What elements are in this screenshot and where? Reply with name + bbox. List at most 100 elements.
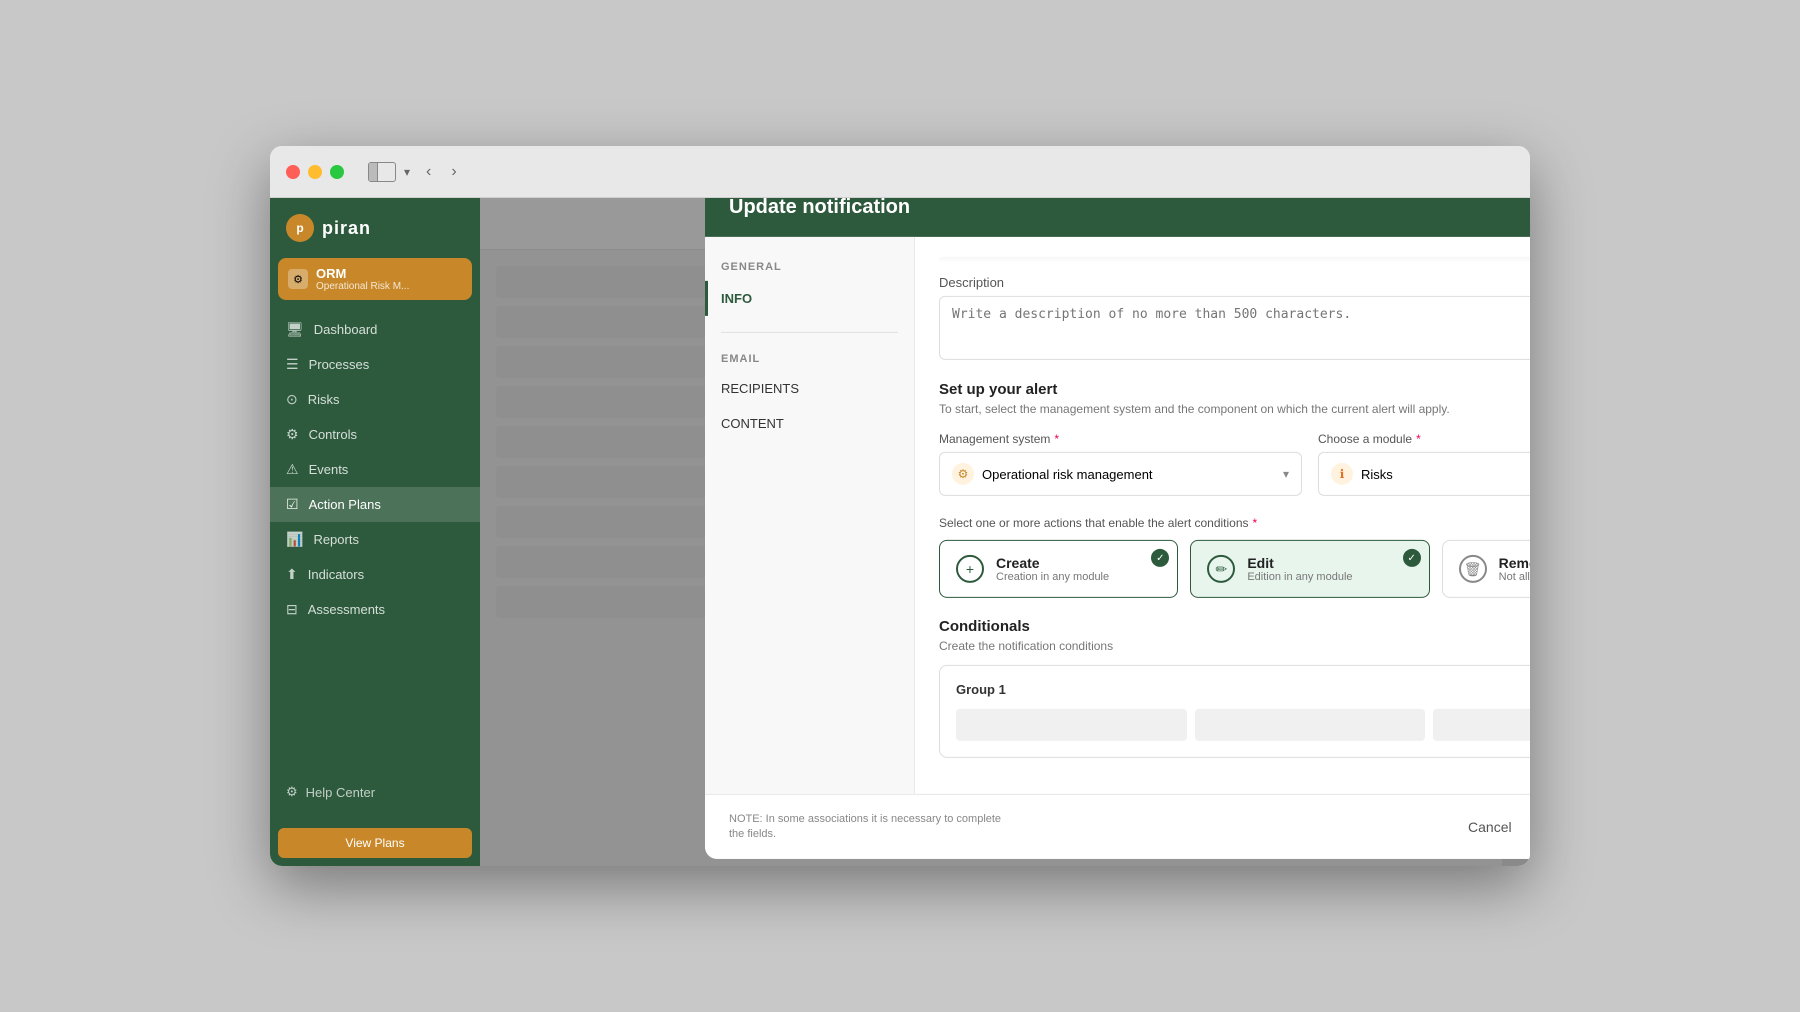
sidebar-logo: p piran [270,198,480,254]
logo-icon: p [286,214,314,242]
conditionals-section: Conditionals Create the notification con… [939,618,1530,758]
module-name: ORM [316,266,409,281]
help-center-item[interactable]: ⚙ Help Center [286,778,464,806]
alert-section-subtitle: To start, select the management system a… [939,402,1530,416]
module-icon: ⚙ [288,269,308,289]
sidebar-item-reports[interactable]: 📊 Reports [270,522,480,557]
sidebar-item-assessments[interactable]: ⊟ Assessments [270,592,480,627]
alert-setup-group: Set up your alert To start, select the m… [939,381,1530,598]
modal-footer: NOTE: In some associations it is necessa… [705,794,1530,859]
actions-required: * [1253,516,1258,530]
sidebar-toggle-icon[interactable] [368,162,396,182]
mgmt-system-chevron-icon: ▾ [1283,467,1289,481]
controls-icon: ⚙ [286,426,299,443]
modal-title: Update notification [729,198,910,218]
sidebar-item-dashboard[interactable]: 🖥 Dashboard [270,312,480,347]
action-card-edit[interactable]: ✏ Edit Edition in any module ✓ [1190,540,1429,598]
sidebar-item-processes[interactable]: ☰ Processes [270,347,480,382]
sidebar-item-label: Events [309,462,349,477]
modal-sidebar-email-section: EMAIL RECIPIENTS CONTENT [705,341,914,449]
alert-section-title: Set up your alert [939,381,1530,398]
mgmt-system-group: Management system * ⚙ Operational risk m… [939,432,1302,496]
module-value: Risks [1361,466,1393,481]
sidebar-item-label: Assessments [308,602,385,617]
group-title: Group 1 [956,682,1530,697]
risks-icon: ⊙ [286,391,298,408]
app-content: p piran ⚙ ORM Operational Risk M... 🖥 Da… [270,198,1530,866]
modal-sidebar-info-item[interactable]: INFO [705,281,914,316]
description-input[interactable] [939,296,1530,360]
module-subtitle: Operational Risk M... [316,281,409,292]
scroll-hint [939,257,1530,263]
chevron-down-icon[interactable]: ▾ [404,165,410,179]
sidebar-item-label: Dashboard [314,322,378,337]
close-button[interactable] [286,165,300,179]
create-check-icon: ✓ [1151,549,1169,567]
action-card-create[interactable]: + Create Creation in any module ✓ [939,540,1178,598]
group-field-1[interactable] [956,709,1187,741]
module-select[interactable]: ℹ Risks ▾ [1318,452,1530,496]
module-label: Choose a module * [1318,432,1530,446]
edit-icon: ✏ [1207,555,1235,583]
sidebar-item-risks[interactable]: ⊙ Risks [270,382,480,417]
conditionals-subtitle: Create the notification conditions [939,639,1530,653]
create-icon: + [956,555,984,583]
modal-body: GENERAL INFO EMAIL RECIPIENTS CONTENT [705,237,1530,794]
modal-sidebar-general-section: GENERAL INFO [705,253,914,324]
sidebar-item-label: Processes [309,357,370,372]
reports-icon: 📊 [286,531,303,548]
dashboard-icon: 🖥 [286,321,304,338]
module-icon: ℹ [1331,463,1353,485]
mgmt-system-required: * [1054,432,1059,446]
select-row: Management system * ⚙ Operational risk m… [939,432,1530,496]
modal-dialog: Update notification GENERAL INFO [705,198,1530,859]
modal-sidebar-recipients-item[interactable]: RECIPIENTS [705,371,914,406]
sidebar-item-label: Reports [313,532,359,547]
traffic-lights [286,165,344,179]
modal-content-area: Description Set up your alert To start, … [915,237,1530,794]
modal-sidebar: GENERAL INFO EMAIL RECIPIENTS CONTENT [705,237,915,794]
action-plans-icon: ☑ [286,496,299,513]
events-icon: ⚠ [286,461,299,478]
sidebar-nav: 🖥 Dashboard ☰ Processes ⊙ Risks ⚙ Contro… [270,304,480,635]
edit-check-icon: ✓ [1403,549,1421,567]
indicators-icon: ⬆ [286,566,298,583]
module-selector[interactable]: ⚙ ORM Operational Risk M... [278,258,472,300]
modal-overlay: Update notification GENERAL INFO [480,198,1530,866]
remove-subtitle: Not allow conditions [1499,571,1530,583]
browser-controls: ▾ [368,162,410,182]
group-field-3[interactable] [1433,709,1530,741]
modal-sidebar-email-label: EMAIL [705,345,914,371]
conditionals-title: Conditionals [939,618,1530,635]
mgmt-system-select[interactable]: ⚙ Operational risk management ▾ [939,452,1302,496]
footer-note: NOTE: In some associations it is necessa… [729,811,1009,842]
view-plans-button[interactable]: View Plans [278,828,472,858]
forward-button[interactable]: › [447,161,460,183]
modal-header: Update notification [705,198,1530,237]
cancel-button[interactable]: Cancel [1452,811,1528,843]
action-card-remove[interactable]: 🗑 Remove Not allow conditions [1442,540,1530,598]
sidebar-item-label: Risks [308,392,340,407]
modal-sidebar-content-item[interactable]: CONTENT [705,406,914,441]
group-row [956,709,1530,741]
mgmt-system-icon: ⚙ [952,463,974,485]
group-field-2[interactable] [1195,709,1426,741]
sidebar-item-label: Controls [309,427,357,442]
module-group: Choose a module * ℹ Risks [1318,432,1530,496]
mgmt-system-label: Management system * [939,432,1302,446]
action-cards-container: + Create Creation in any module ✓ [939,540,1530,598]
sidebar-item-action-plans[interactable]: ☑ Action Plans [270,487,480,522]
minimize-button[interactable] [308,165,322,179]
modal-sidebar-general-label: GENERAL [705,257,914,281]
sidebar-item-indicators[interactable]: ⬆ Indicators [270,557,480,592]
create-subtitle: Creation in any module [996,571,1109,583]
help-icon: ⚙ [286,784,298,800]
sidebar-item-events[interactable]: ⚠ Events [270,452,480,487]
browser-window: ▾ ‹ › p piran ⚙ ORM Operational Risk M..… [270,146,1530,866]
maximize-button[interactable] [330,165,344,179]
create-title: Create [996,555,1109,571]
sidebar-item-controls[interactable]: ⚙ Controls [270,417,480,452]
back-button[interactable]: ‹ [422,161,435,183]
module-required: * [1416,432,1421,446]
group-box: Group 1 [939,665,1530,758]
